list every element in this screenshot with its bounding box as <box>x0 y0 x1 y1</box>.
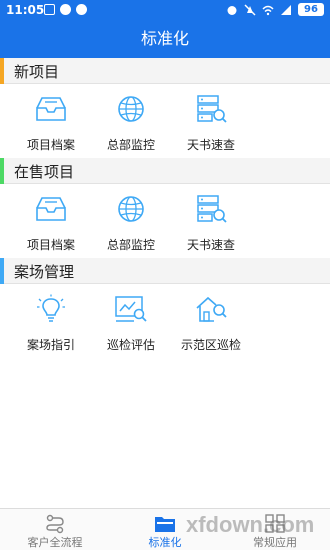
nav-label: 客户全流程 <box>27 536 83 549</box>
battery-icon: 96 <box>298 3 324 16</box>
chart-search-icon <box>115 296 147 322</box>
section-title: 在售项目 <box>14 163 75 181</box>
status-bar: 11:05 96 <box>0 0 330 20</box>
section-grid-sales-office: 案场指引 巡检评估 示范区巡检 <box>0 286 330 358</box>
grid-item-quick-lookup[interactable]: 天书速查 <box>166 186 256 258</box>
grid-item-inspection-eval[interactable]: 巡检评估 <box>86 286 176 358</box>
grid-label: 案场指引 <box>26 338 75 352</box>
section-accent-bar <box>0 58 4 84</box>
image-notification-icon <box>44 4 55 15</box>
lightbulb-icon <box>37 294 65 322</box>
wifi-icon <box>262 5 274 15</box>
check-notification-icon <box>60 4 71 15</box>
grid-label: 巡检评估 <box>106 338 155 352</box>
grid-item-project-archive[interactable]: 项目档案 <box>6 86 96 158</box>
grid-label: 示范区巡检 <box>180 338 241 352</box>
nav-tab-customer-flow[interactable]: 客户全流程 <box>0 509 110 550</box>
section-grid-new-project: 项目档案 总部监控 天书速查 <box>0 86 330 158</box>
signal-icon <box>281 4 291 15</box>
inbox-tray-icon <box>36 97 66 121</box>
grid-item-demo-area-inspection[interactable]: 示范区巡检 <box>166 286 256 358</box>
section-header-sales-office: 案场管理 <box>0 258 330 284</box>
grid-item-quick-lookup[interactable]: 天书速查 <box>166 86 256 158</box>
section-grid-on-sale: 项目档案 总部监控 天书速查 <box>0 186 330 258</box>
inbox-tray-icon <box>36 197 66 221</box>
grid-label: 天书速查 <box>186 138 235 152</box>
folder-icon <box>155 517 175 532</box>
grid-label: 项目档案 <box>26 138 75 152</box>
user-notification-icon <box>76 4 87 15</box>
globe-icon <box>118 96 144 122</box>
section-header-on-sale: 在售项目 <box>0 158 330 184</box>
section-accent-bar <box>0 258 4 284</box>
page-title: 标准化 <box>140 29 189 48</box>
status-time: 11:05 <box>6 3 45 17</box>
grid-item-hq-monitor[interactable]: 总部监控 <box>86 86 176 158</box>
globe-icon <box>118 196 144 222</box>
section-title: 案场管理 <box>14 263 75 281</box>
house-search-icon <box>196 296 227 322</box>
grid-label: 项目档案 <box>26 238 75 252</box>
grid-item-hq-monitor[interactable]: 总部监控 <box>86 186 176 258</box>
server-search-icon <box>197 95 227 123</box>
section-accent-bar <box>0 158 4 184</box>
flow-icon <box>46 514 64 534</box>
grid-label: 总部监控 <box>106 138 155 152</box>
watermark: xfdown.com <box>186 512 315 537</box>
system-icons: 96 <box>226 3 324 16</box>
app-header: 标准化 <box>0 20 330 58</box>
grid-item-sales-guide[interactable]: 案场指引 <box>6 286 96 358</box>
grid-label: 天书速查 <box>186 238 235 252</box>
grid-label: 总部监控 <box>106 238 155 252</box>
grid-item-project-archive[interactable]: 项目档案 <box>6 186 96 258</box>
notification-icons <box>44 4 87 15</box>
section-title: 新项目 <box>14 63 60 81</box>
server-search-icon <box>197 195 227 223</box>
mute-icon <box>244 3 256 16</box>
alarm-icon <box>227 5 237 15</box>
section-header-new-project: 新项目 <box>0 58 330 84</box>
